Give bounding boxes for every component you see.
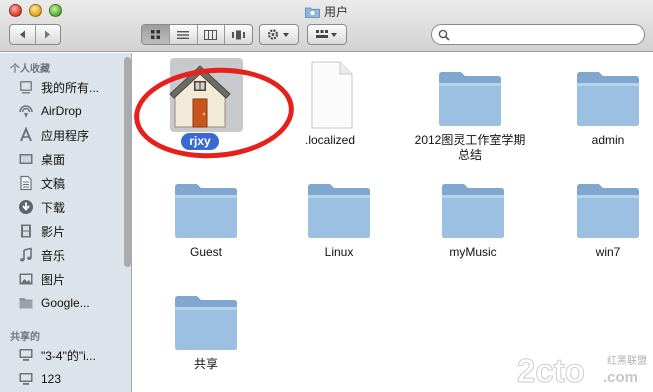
desktop-icon — [17, 150, 35, 168]
file-item-mymusic[interactable]: myMusic — [406, 165, 540, 283]
gear-icon — [267, 29, 289, 40]
icon-view-icon — [150, 30, 160, 39]
sidebar-item-music[interactable]: 音乐 — [0, 244, 122, 266]
chevron-right-icon — [45, 30, 51, 39]
sidebar-item-airdrop[interactable]: AirDrop — [0, 100, 122, 122]
coverflow-view-icon — [232, 30, 246, 39]
file-label: win7 — [595, 245, 621, 259]
folder-icon — [577, 72, 639, 126]
svg-text:2cto: 2cto — [517, 352, 585, 389]
sidebar-item-documents[interactable]: 文稿 — [0, 172, 122, 194]
search-icon — [438, 29, 450, 41]
action-menu-button[interactable] — [259, 24, 299, 45]
applications-icon — [17, 126, 35, 144]
sidebar-scrollbar[interactable] — [124, 57, 131, 267]
chevron-left-icon — [19, 30, 25, 39]
sidebar-item-applications[interactable]: 应用程序 — [0, 124, 122, 146]
folder-icon — [439, 72, 501, 126]
folder-icon — [577, 184, 639, 238]
svg-text:红黑联盟: 红黑联盟 — [607, 354, 647, 367]
column-view-icon — [204, 29, 218, 40]
folder-icon — [442, 184, 504, 238]
file-item-shared[interactable]: 共享 — [139, 277, 273, 392]
downloads-icon — [17, 198, 35, 216]
sidebar-item-desktop[interactable]: 桌面 — [0, 148, 122, 170]
computer-icon — [17, 346, 35, 364]
file-label: myMusic — [449, 245, 497, 259]
sidebar-item-shared-computer[interactable]: "3-4"的"i... — [0, 344, 122, 366]
list-view-button[interactable] — [170, 25, 198, 44]
file-item-2012-summary[interactable]: 2012图灵工作室学期总结 — [403, 53, 537, 171]
back-forward-control — [9, 24, 61, 45]
folder-icon — [175, 296, 237, 350]
file-label: Guest — [189, 245, 222, 259]
sidebar: 个人收藏 我的所有... AirDrop 应用程序 桌面 文稿 下载 影片 音乐… — [0, 53, 132, 392]
folder-icon — [308, 184, 370, 238]
coverflow-view-button[interactable] — [225, 25, 252, 44]
file-label: Linux — [324, 245, 354, 259]
file-label: .localized — [304, 133, 356, 147]
sidebar-item-movies[interactable]: 影片 — [0, 220, 122, 242]
svg-text:.com: .com — [603, 369, 638, 386]
back-button[interactable] — [10, 25, 36, 44]
file-item-guest[interactable]: Guest — [139, 165, 273, 283]
finder-window: 用户 个人收藏 我的所有... AirDrop 应用程序 桌面 文稿 下载 影片… — [0, 0, 653, 392]
arrange-menu-button[interactable] — [307, 24, 347, 45]
folder-icon — [175, 184, 237, 238]
file-label: 共享 — [193, 357, 218, 371]
sidebar-item-downloads[interactable]: 下载 — [0, 196, 122, 218]
sidebar-item-google-drive[interactable]: Google... — [0, 292, 122, 314]
music-icon — [17, 246, 35, 264]
file-label: admin — [591, 133, 625, 147]
forward-button[interactable] — [36, 25, 61, 44]
sidebar-item-pictures[interactable]: 图片 — [0, 268, 122, 290]
watermark-logo: 2cto 红黑联盟 .com — [517, 352, 648, 390]
sidebar-section-favorites: 个人收藏 — [10, 64, 50, 75]
document-icon — [311, 61, 353, 129]
folder-icon — [17, 294, 35, 312]
file-label: 2012图灵工作室学期总结 — [414, 133, 526, 162]
movies-icon — [17, 222, 35, 240]
sidebar-section-shared: 共享的 — [10, 332, 40, 343]
sidebar-item-shared-123[interactable]: 123 — [0, 368, 122, 390]
window-title: 用户 — [0, 3, 653, 20]
search-field[interactable] — [431, 24, 645, 45]
airdrop-icon — [17, 102, 35, 120]
toolbar: 用户 — [0, 0, 653, 52]
column-view-button[interactable] — [198, 25, 226, 44]
arrange-icon — [316, 30, 337, 38]
file-item-linux[interactable]: Linux — [272, 165, 406, 283]
list-view-icon — [177, 30, 190, 39]
view-switcher — [141, 24, 253, 45]
pictures-icon — [17, 270, 35, 288]
file-item-admin[interactable]: admin — [541, 53, 653, 171]
all-files-icon — [17, 78, 35, 96]
file-item-win7[interactable]: win7 — [541, 165, 653, 283]
home-folder-icon — [305, 7, 320, 18]
icon-view-button[interactable] — [142, 25, 170, 44]
sidebar-item-all-my-files[interactable]: 我的所有... — [0, 76, 122, 98]
computer-icon — [17, 370, 35, 388]
documents-icon — [17, 174, 35, 192]
